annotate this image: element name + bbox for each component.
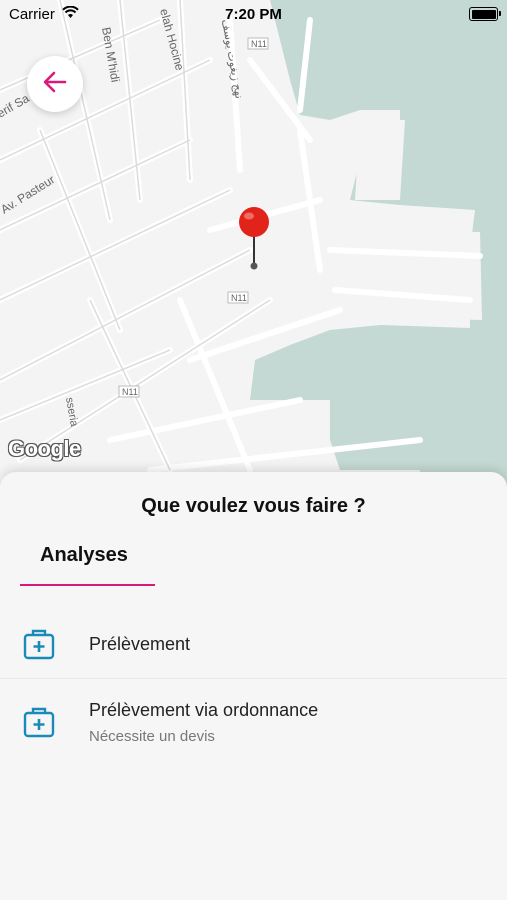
list-item-title: Prélèvement	[89, 634, 191, 654]
status-bar: Carrier 7:20 PM	[0, 0, 507, 28]
list-item-subtitle: Nécessite un devis	[89, 728, 215, 745]
tab-label: Analyses	[40, 544, 128, 566]
google-attribution-logo: Google	[8, 436, 81, 461]
tab-analyses[interactable]: Analyses	[20, 534, 155, 586]
route-shield-n11-top: N11	[251, 39, 267, 49]
list-item-title: Prélèvement via ordonnance	[89, 700, 319, 720]
pier-2	[355, 120, 405, 200]
pier	[330, 230, 482, 320]
list-item-prelevement-ordonnance[interactable]: Prélèvement via ordonnance Nécessite un …	[0, 679, 507, 753]
list-item-prelevement[interactable]: Prélèvement	[0, 610, 507, 679]
status-time: 7:20 PM	[225, 6, 282, 23]
route-shield-n11-low: N11	[122, 387, 138, 397]
bottom-sheet: Que voulez vous faire ? Analyses Prélève…	[0, 472, 507, 900]
arrow-left-icon	[43, 71, 67, 98]
route-shield-n11-mid: N11	[231, 293, 247, 303]
map-label-sa: erif Sa	[0, 91, 32, 121]
battery-icon	[469, 7, 501, 21]
medical-kit-icon	[22, 627, 56, 666]
sheet-title: Que voulez vous faire ?	[141, 495, 366, 517]
medical-kit-icon	[22, 705, 56, 744]
map-label-serie: sseria	[63, 396, 80, 428]
location-pin-icon[interactable]	[238, 206, 270, 279]
map-label-arabic: نهج زيغوت يوسف	[219, 18, 245, 99]
tab-active-indicator	[20, 584, 155, 586]
back-button[interactable]	[27, 56, 83, 112]
